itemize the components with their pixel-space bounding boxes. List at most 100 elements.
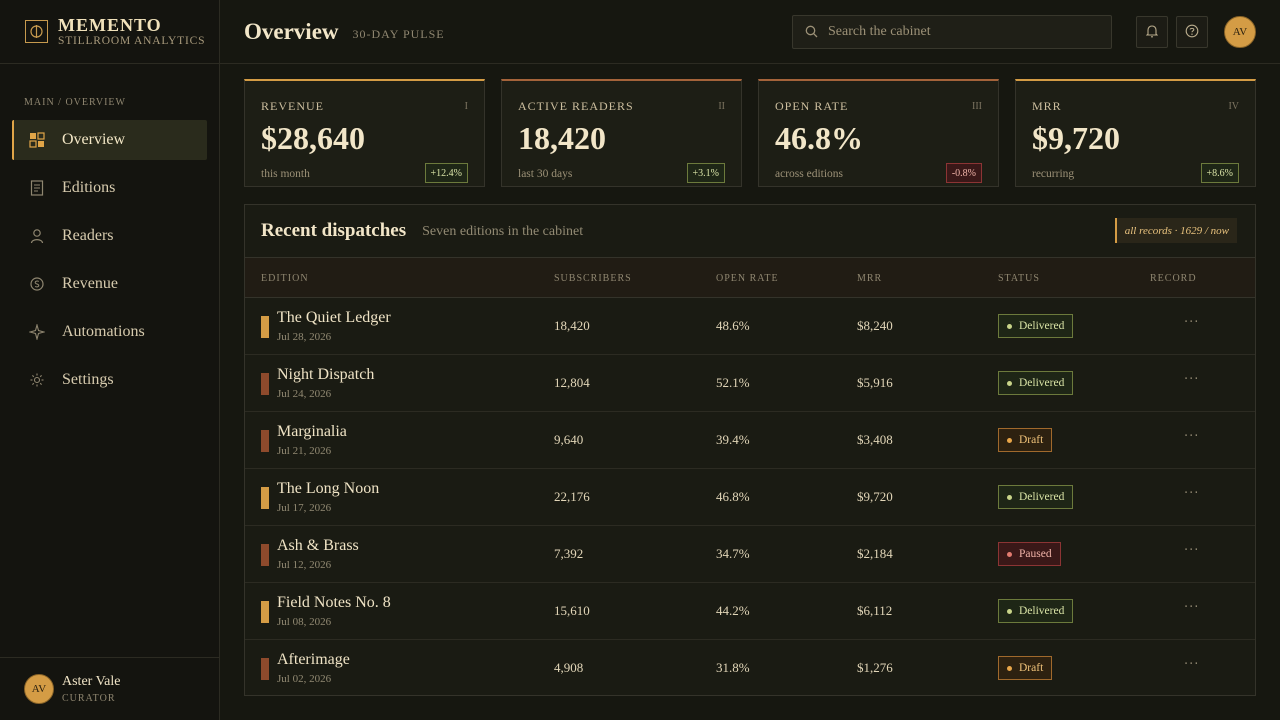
column-header-record[interactable]: RECORD (1150, 273, 1197, 284)
column-header-edition[interactable]: EDITION (261, 273, 309, 284)
row-more-icon[interactable]: ··· (1184, 600, 1199, 615)
column-header-subscribers[interactable]: SUBSCRIBERS (554, 273, 632, 284)
topbar: Overview 30-DAY PULSE Search the cabinet… (220, 0, 1280, 64)
status-badge: Delivered (998, 371, 1074, 395)
row-more-icon[interactable]: ··· (1184, 315, 1199, 330)
search-box[interactable] (792, 15, 1112, 49)
table-body: The Quiet Ledger Jul 28, 2026 18,420 48.… (245, 298, 1255, 697)
panel-title: Recent dispatches (261, 220, 407, 241)
sidebar-item-readers[interactable]: Readers (12, 216, 207, 256)
status-dot-icon (1007, 551, 1012, 557)
status-label: Paused (1019, 548, 1052, 560)
help-button[interactable] (1176, 16, 1208, 48)
brand-logo-icon (25, 20, 48, 43)
mrr-cell: $8,240 (857, 318, 893, 333)
column-header-mrr[interactable]: MRR (857, 273, 882, 284)
mrr-cell: $9,720 (857, 489, 893, 504)
kpi-card-mrr[interactable]: MRR IV $9,720 recurring +8.6% (1015, 79, 1256, 187)
top-avatar-button[interactable]: AV (1224, 16, 1256, 48)
edition-date: Jul 08, 2026 (277, 616, 332, 628)
column-header-open-rate[interactable]: OPEN RATE (716, 273, 779, 284)
kpi-value: 46.8% (775, 120, 863, 156)
edition-title[interactable]: The Quiet Ledger (277, 309, 391, 327)
kpi-card-open-rate[interactable]: OPEN RATE III 46.8% across editions -0.8… (758, 79, 999, 187)
table-row[interactable]: Marginalia Jul 21, 2026 9,640 39.4% $3,4… (245, 412, 1255, 469)
status-dot-icon (1007, 608, 1012, 614)
document-icon (28, 179, 46, 197)
search-input[interactable] (828, 24, 1098, 40)
notifications-button[interactable] (1136, 16, 1168, 48)
subscribers-cell: 22,176 (554, 489, 590, 504)
edition-title[interactable]: Marginalia (277, 423, 347, 441)
table-row[interactable]: Field Notes No. 8 Jul 08, 2026 15,610 44… (245, 583, 1255, 640)
kpi-label: ACTIVE READERS (518, 99, 634, 113)
sidebar-item-label: Editions (62, 179, 116, 196)
status-dot-icon (1007, 437, 1012, 443)
status-badge: Draft (998, 428, 1053, 452)
sidebar-item-label: Overview (62, 131, 126, 148)
kpi-value: $9,720 (1032, 120, 1120, 156)
row-more-icon[interactable]: ··· (1184, 372, 1199, 387)
records-tag[interactable]: all records · 1629 / now (1114, 218, 1237, 243)
user-role: CURATOR (62, 692, 116, 704)
edition-accent-bar (261, 373, 269, 395)
panel-subtitle: Seven editions in the cabinet (422, 224, 584, 239)
kpi-value: 18,420 (518, 120, 606, 156)
table-row[interactable]: Ash & Brass Jul 12, 2026 7,392 34.7% $2,… (245, 526, 1255, 583)
mrr-cell: $6,112 (857, 603, 893, 618)
search-icon (805, 23, 818, 42)
edition-title[interactable]: Night Dispatch (277, 366, 374, 384)
edition-accent-bar (261, 658, 269, 680)
sidebar-item-overview[interactable]: Overview (12, 120, 207, 160)
status-label: Delivered (1019, 491, 1065, 503)
edition-title[interactable]: The Long Noon (277, 480, 379, 498)
kpi-card-revenue[interactable]: REVENUE I $28,640 this month +12.4% (244, 79, 485, 187)
kpi-caption: last 30 days (518, 168, 573, 180)
kpi-index: II (718, 101, 725, 112)
edition-title[interactable]: Ash & Brass (277, 537, 359, 555)
row-more-icon[interactable]: ··· (1184, 429, 1199, 444)
mrr-cell: $1,276 (857, 660, 893, 675)
user-profile[interactable]: AV Aster Vale CURATOR (0, 657, 219, 720)
status-label: Delivered (1019, 605, 1065, 617)
brand-subtitle: STILLROOM ANALYTICS (58, 34, 206, 47)
edition-date: Jul 02, 2026 (277, 673, 332, 685)
kpi-label: OPEN RATE (775, 99, 849, 113)
kpi-index: III (972, 101, 982, 112)
edition-title[interactable]: Afterimage (277, 651, 350, 669)
table-row[interactable]: Afterimage Jul 02, 2026 4,908 31.8% $1,2… (245, 640, 1255, 697)
table-row[interactable]: Night Dispatch Jul 24, 2026 12,804 52.1%… (245, 355, 1255, 412)
edition-accent-bar (261, 601, 269, 623)
sidebar-item-automations[interactable]: Automations (12, 312, 207, 352)
row-more-icon[interactable]: ··· (1184, 543, 1199, 558)
row-more-icon[interactable]: ··· (1184, 657, 1199, 672)
page-title: Overview (244, 18, 339, 44)
kpi-delta-badge: +8.6% (1200, 163, 1239, 183)
edition-date: Jul 17, 2026 (277, 502, 332, 514)
main-content: Overview 30-DAY PULSE Search the cabinet… (220, 0, 1280, 720)
avatar: AV (24, 674, 54, 704)
brand-name: MEMENTO (58, 14, 162, 35)
column-header-status[interactable]: STATUS (998, 273, 1040, 284)
sidebar: MEMENTO STILLROOM ANALYTICS MAIN / OVERV… (0, 0, 220, 720)
kpi-card-active-readers[interactable]: ACTIVE READERS II 18,420 last 30 days +3… (501, 79, 742, 187)
edition-accent-bar (261, 487, 269, 509)
brand[interactable]: MEMENTO STILLROOM ANALYTICS (0, 0, 219, 64)
row-more-icon[interactable]: ··· (1184, 486, 1199, 501)
open-rate-cell: 52.1% (716, 375, 750, 390)
user-icon (28, 227, 46, 245)
table-row[interactable]: The Long Noon Jul 17, 2026 22,176 46.8% … (245, 469, 1255, 526)
sidebar-item-revenue[interactable]: Revenue (12, 264, 207, 304)
sparkle-icon (28, 323, 46, 341)
sidebar-item-editions[interactable]: Editions (12, 168, 207, 208)
mrr-cell: $2,184 (857, 546, 893, 561)
sidebar-item-label: Readers (62, 227, 114, 244)
sidebar-item-settings[interactable]: Settings (12, 360, 207, 400)
table-row[interactable]: The Quiet Ledger Jul 28, 2026 18,420 48.… (245, 298, 1255, 355)
subscribers-cell: 7,392 (554, 546, 584, 561)
coin-icon (28, 275, 46, 293)
open-rate-cell: 31.8% (716, 660, 750, 675)
open-rate-cell: 48.6% (716, 318, 750, 333)
edition-accent-bar (261, 544, 269, 566)
edition-title[interactable]: Field Notes No. 8 (277, 594, 391, 612)
